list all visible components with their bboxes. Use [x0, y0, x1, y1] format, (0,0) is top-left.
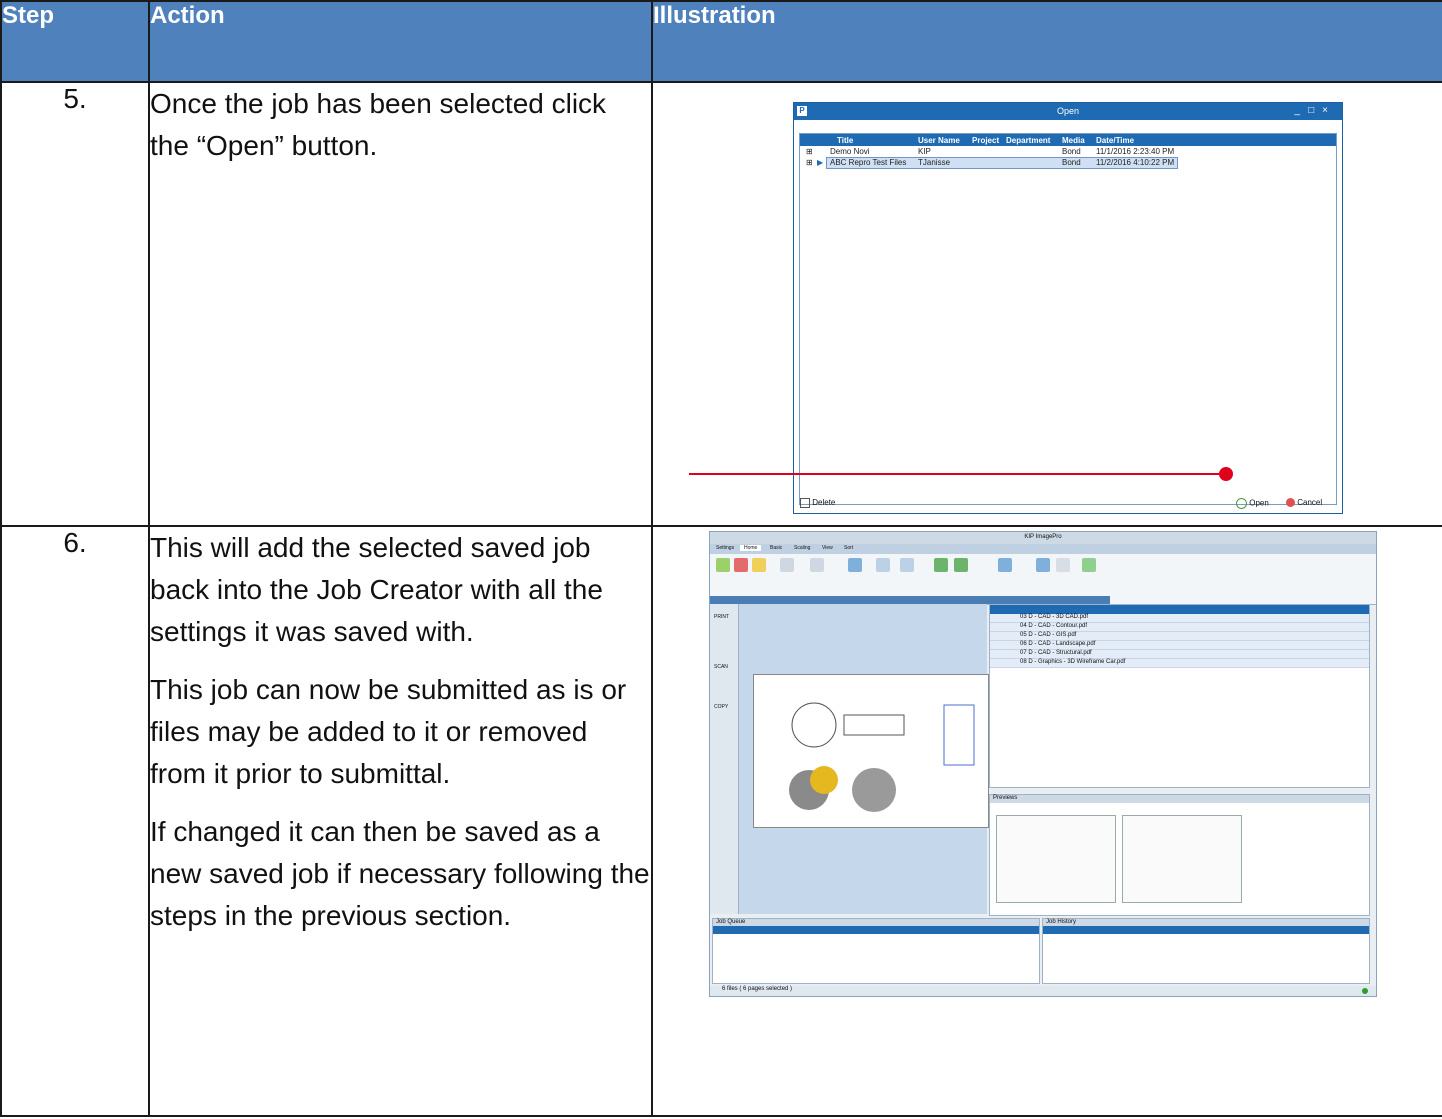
kip-ribbon	[710, 554, 1376, 605]
preview-thumbnail[interactable]	[996, 815, 1116, 903]
tab-scaling[interactable]: Scaling	[790, 545, 814, 551]
drawing-page-thumbnail	[753, 674, 989, 828]
kip-status-bar: 6 files ( 6 pages selected )	[710, 986, 1376, 996]
job-history-panel: Job History	[1042, 918, 1370, 984]
cancel-button[interactable]: Cancel	[1286, 498, 1322, 508]
ribbon-group-labels	[710, 596, 1110, 604]
step-illustration: KIP ImagePro Settings Home Basic Scaling…	[651, 525, 1442, 1117]
kip-imagepro-window: KIP ImagePro Settings Home Basic Scaling…	[709, 531, 1377, 997]
open-dialog: P Open _□× Title User Name Project Depar…	[793, 102, 1343, 514]
project-icon[interactable]	[876, 558, 890, 572]
copy-mode[interactable]: COPY	[714, 704, 728, 710]
list-item[interactable]: ⊞ Demo Novi KIP Bond 11/1/2016 2:23:40 P…	[800, 146, 1336, 157]
kip-mode-bar: PRINT SCAN COPY	[710, 604, 739, 914]
tab-view[interactable]: View	[818, 545, 837, 551]
add-icon[interactable]	[716, 558, 730, 572]
expand-icon[interactable]: ⊞	[806, 147, 813, 156]
col-project[interactable]: Project	[972, 136, 999, 145]
status-indicator-icon	[1362, 988, 1368, 994]
header-illustration: Illustration	[651, 0, 1442, 83]
kip-preview-canvas	[739, 604, 989, 914]
action-text: This job can now be submitted as is or f…	[150, 674, 627, 789]
dialog-footer: Delete Open Cancel	[794, 493, 1342, 513]
trash-icon	[800, 498, 810, 508]
remove-icon[interactable]	[734, 558, 748, 572]
cancel-icon	[1286, 498, 1295, 508]
col-datetime[interactable]: Date/Time	[1096, 136, 1134, 145]
callout-line	[689, 473, 1229, 475]
action-text: Once the job has been selected click the…	[150, 88, 607, 161]
window-controls-icon[interactable]: _□×	[1295, 105, 1336, 116]
callout-dot	[1219, 467, 1233, 481]
preview-thumbnail[interactable]	[1122, 815, 1242, 903]
new-icon[interactable]	[752, 558, 766, 572]
col-title[interactable]: Title	[837, 136, 853, 145]
kip-title: KIP ImagePro	[1024, 534, 1062, 540]
open-button[interactable]: Open	[1236, 498, 1269, 509]
kip-titlebar: KIP ImagePro	[710, 532, 1376, 544]
kip-previews-panel: Previews	[989, 794, 1370, 916]
header-step: Step	[0, 0, 150, 83]
sensor-icon[interactable]	[998, 558, 1012, 572]
job-queue-header	[713, 926, 1039, 934]
row-pointer-icon: ▶	[817, 158, 824, 167]
kip-ribbon-tabs: Settings Home Basic Scaling View Sort	[710, 544, 1376, 554]
job-history-header	[1043, 926, 1369, 934]
tab-home[interactable]: Home	[740, 545, 762, 551]
cad-drawing-icon	[789, 702, 975, 812]
scan-mode[interactable]: SCAN	[714, 664, 728, 670]
action-text: This will add the selected saved job bac…	[150, 532, 603, 647]
action-text: If changed it can then be saved as a new…	[150, 816, 650, 931]
after-job-icon[interactable]	[934, 558, 948, 572]
between-sets-icon[interactable]	[954, 558, 968, 572]
table-row[interactable]: 08 D - Graphics - 3D Wireframe Car.pdf	[990, 659, 1369, 668]
table-row[interactable]: 05 D - CAD - GIS.pdf	[990, 632, 1369, 641]
save-icon[interactable]	[1036, 558, 1050, 572]
list-item-selected[interactable]: ⊞ ▶ ABC Repro Test Files TJanisse Bond 1…	[800, 157, 1336, 169]
stacking-icon[interactable]	[848, 558, 862, 572]
dialog-title: Open	[1056, 106, 1080, 116]
table-row[interactable]: 04 D - CAD - Contour.pdf	[990, 623, 1369, 632]
dialog-titlebar: P Open _□×	[794, 103, 1342, 120]
grid-header: Title User Name Project Department Media…	[800, 134, 1336, 146]
apply-icon[interactable]	[1056, 558, 1070, 572]
table-row: 5. Once the job has been selected click …	[0, 81, 1442, 527]
table-row[interactable]: 07 D - CAD - Structural.pdf	[990, 650, 1369, 659]
tab-settings[interactable]: Settings	[712, 545, 738, 551]
step-number: 5.	[0, 81, 150, 527]
tab-sort[interactable]: Sort	[840, 545, 857, 551]
tab-basic[interactable]: Basic	[766, 545, 786, 551]
print-mode[interactable]: PRINT	[714, 614, 729, 620]
expand-icon[interactable]: ⊞	[806, 158, 813, 167]
col-media[interactable]: Media	[1062, 136, 1085, 145]
saved-jobs-grid: Title User Name Project Department Media…	[799, 133, 1337, 505]
previews-bar: Previews	[990, 795, 1369, 803]
sets-icon[interactable]	[780, 558, 794, 572]
step-number: 6.	[0, 525, 150, 1117]
col-department[interactable]: Department	[1006, 136, 1050, 145]
file-list-header	[990, 605, 1369, 614]
table-row: 6. This will add the selected saved job …	[0, 525, 1442, 1117]
steps-table: Step Action Illustration 5. Once the job…	[0, 0, 1442, 1117]
step-action: Once the job has been selected click the…	[148, 81, 653, 527]
open-icon	[1236, 498, 1247, 509]
step-action: This will add the selected saved job bac…	[148, 525, 653, 1117]
header-action: Action	[148, 0, 653, 83]
step-illustration: P Open _□× Title User Name Project Depar…	[651, 81, 1442, 527]
table-row[interactable]: 03 D - CAD - 3D CAD.pdf	[990, 614, 1369, 623]
department-icon[interactable]	[900, 558, 914, 572]
submit-icon[interactable]	[1082, 558, 1096, 572]
kip-file-list: 03 D - CAD - 3D CAD.pdf 04 D - CAD - Con…	[989, 604, 1370, 788]
col-user[interactable]: User Name	[918, 136, 960, 145]
copies-icon[interactable]	[810, 558, 824, 572]
job-queue-panel: Job Queue	[712, 918, 1040, 984]
table-row[interactable]: 06 D - CAD - Landscape.pdf	[990, 641, 1369, 650]
delete-button[interactable]: Delete	[800, 498, 835, 508]
